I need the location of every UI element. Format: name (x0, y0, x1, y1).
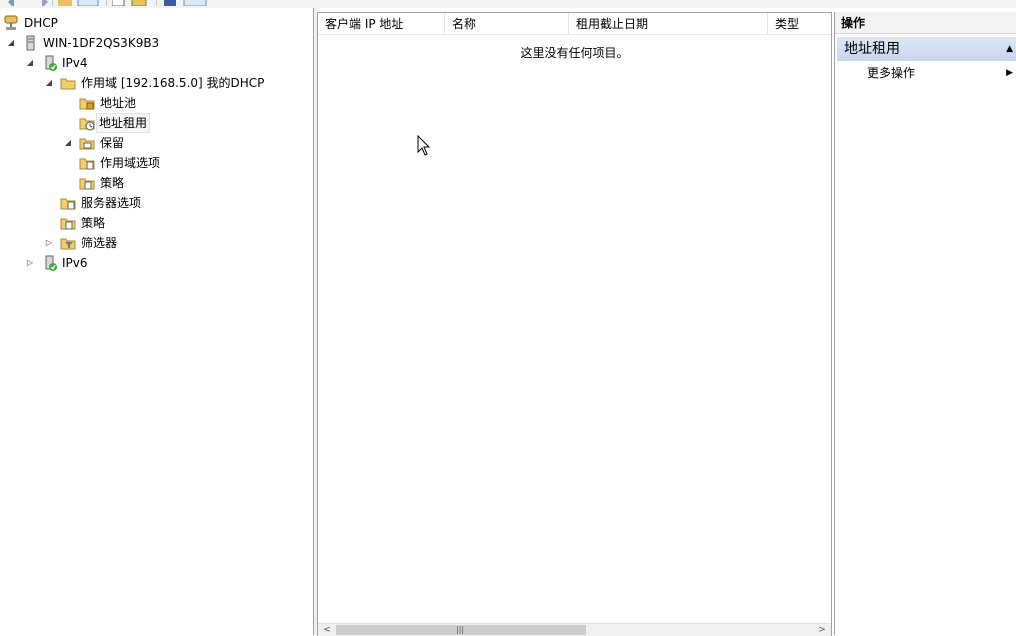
folder-view-icon[interactable] (58, 0, 102, 6)
collapse-icon[interactable]: ◢ (44, 73, 54, 93)
tree-label: IPv4 (62, 56, 88, 70)
collapse-icon[interactable]: ◢ (63, 133, 73, 153)
column-header-lease-expiry[interactable]: 租用截止日期 (569, 13, 768, 35)
column-header-name[interactable]: 名称 (445, 13, 569, 35)
scroll-right-icon[interactable]: > (815, 624, 829, 636)
tree-item-address-leases[interactable]: 地址租用 (0, 113, 300, 133)
collapse-up-icon[interactable]: ▲ (1006, 37, 1013, 61)
options-icon (79, 158, 95, 170)
tree-item-server[interactable]: ◢ WIN-1DF2QS3K9B3 (0, 33, 300, 53)
tree-label: 地址池 (100, 96, 137, 110)
tree-label: 筛选器 (81, 236, 118, 250)
tree-item-server-options[interactable]: 服务器选项 (0, 193, 300, 213)
collapse-icon[interactable]: ◢ (6, 33, 16, 53)
policy-icon (60, 218, 76, 230)
horizontal-scrollbar[interactable]: < ||| > (318, 623, 831, 636)
toolbar (0, 0, 1016, 8)
folder-icon (60, 78, 76, 90)
expand-icon[interactable]: ▷ (44, 233, 54, 253)
tree-item-filters[interactable]: ▷ 筛选器 (0, 233, 300, 253)
collapse-icon[interactable]: ◢ (25, 53, 35, 73)
mouse-cursor-icon (417, 135, 431, 156)
address-pool-icon (79, 98, 95, 110)
results-list: 客户端 IP 地址 名称 租用截止日期 类型 这里没有任何项目。 < ||| > (317, 12, 832, 636)
actions-pane: 操作 地址租用 ▲ 更多操作 ▶ (834, 12, 1016, 635)
policy-icon (79, 178, 95, 190)
tree-label: 保留 (100, 136, 125, 150)
tree-label: DHCP (24, 16, 58, 30)
tree-label: 服务器选项 (81, 196, 142, 210)
column-header-type[interactable]: 类型 (768, 13, 831, 35)
console-tree: DHCP ◢ WIN-1DF2QS3K9B3 ◢ IPv4 ◢ 作用域 [192… (0, 8, 314, 635)
network-icon (45, 55, 57, 71)
tree-item-dhcp[interactable]: DHCP (0, 13, 300, 33)
tree-item-scope-options[interactable]: 作用域选项 (0, 153, 300, 173)
actions-section-label: 地址租用 (844, 41, 900, 57)
tree-item-scope-policies[interactable]: 策略 (0, 173, 300, 193)
scroll-left-icon[interactable]: < (320, 624, 334, 636)
tree-item-ipv4[interactable]: ◢ IPv4 (0, 53, 300, 73)
lease-icon (79, 118, 95, 131)
dhcp-icon (4, 15, 18, 30)
tree-label: 策略 (100, 176, 125, 190)
tree-item-reservations[interactable]: ◢ 保留 (0, 133, 300, 153)
tree-item-policies[interactable]: 策略 (0, 213, 300, 233)
tree-label: IPv6 (62, 256, 88, 270)
tree-label: 地址租用 (96, 113, 151, 133)
expand-icon[interactable]: ▷ (25, 253, 35, 273)
empty-list-message: 这里没有任何项目。 (520, 46, 629, 60)
network-icon (45, 255, 57, 271)
tree-label: 作用域选项 (100, 156, 161, 170)
more-actions-label: 更多操作 (867, 66, 916, 80)
tree-label: 作用域 [192.168.5.0] 我的DHCP (81, 76, 265, 90)
server-icon (26, 35, 35, 51)
grip-icon: ||| (456, 625, 465, 634)
options-icon (60, 198, 76, 210)
back-forward-icon[interactable] (6, 0, 66, 6)
actions-section-address-leases[interactable]: 地址租用 ▲ (837, 37, 1016, 61)
scrollbar-thumb[interactable]: ||| (336, 625, 586, 635)
list-view-icon[interactable] (112, 0, 152, 6)
tree-item-address-pool[interactable]: 地址池 (0, 93, 300, 113)
more-actions-item[interactable]: 更多操作 ▶ (867, 63, 1016, 83)
help-icon[interactable] (164, 0, 210, 6)
tree-label: 策略 (81, 216, 106, 230)
tree-item-scope[interactable]: ◢ 作用域 [192.168.5.0] 我的DHCP (0, 73, 310, 93)
actions-title: 操作 (835, 12, 1016, 34)
filter-icon (60, 238, 76, 250)
submenu-arrow-icon: ▶ (1006, 68, 1013, 78)
tree-label: WIN-1DF2QS3K9B3 (43, 36, 160, 50)
tree-item-ipv6[interactable]: ▷ IPv6 (0, 253, 300, 273)
column-header-client-ip[interactable]: 客户端 IP 地址 (318, 13, 445, 35)
reservation-icon (79, 138, 95, 150)
